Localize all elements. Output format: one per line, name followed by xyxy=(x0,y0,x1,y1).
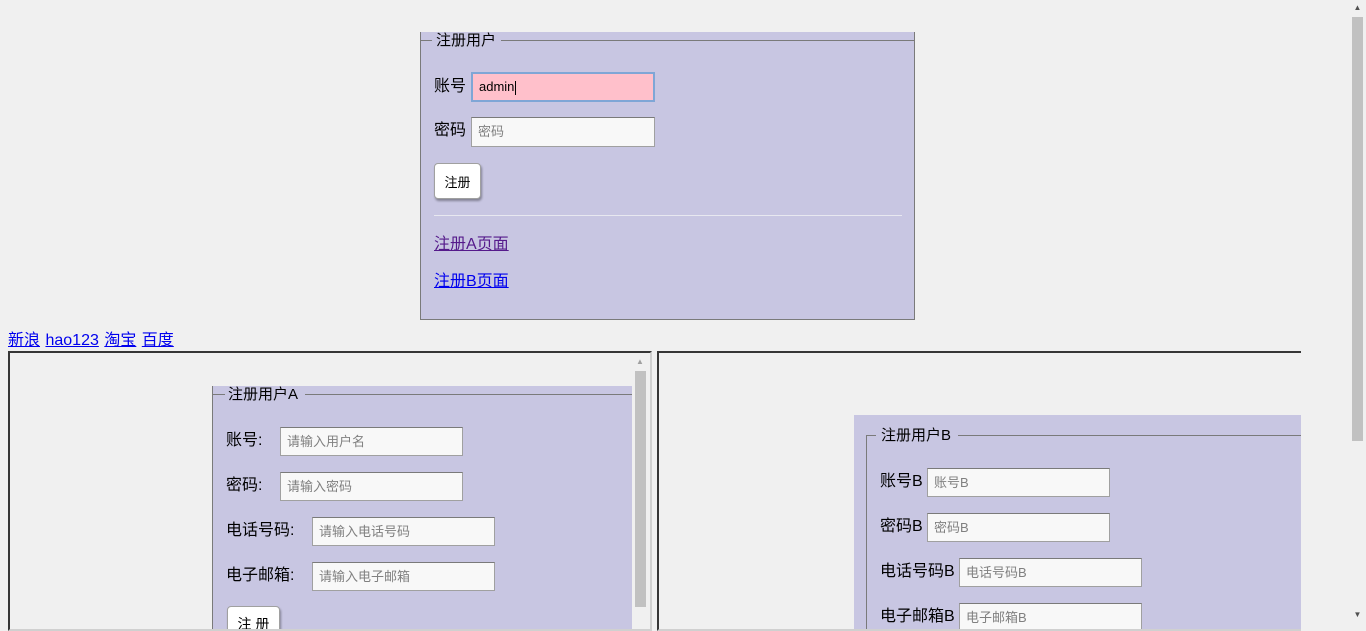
link-baidu[interactable]: 百度 xyxy=(142,332,174,349)
link-hao123[interactable]: hao123 xyxy=(45,332,98,349)
register-a-panel: 注册用户A 账号: 请输入用户名 密码: 请输入密码 电话号码: 请输入电话号码… xyxy=(212,386,633,629)
iframe-a-scrollbar[interactable]: ▲ xyxy=(632,353,648,629)
email-a-label: 电子邮箱: xyxy=(226,567,295,584)
scroll-down-arrow-icon[interactable]: ▼ xyxy=(1349,607,1366,623)
fieldset-border-left xyxy=(866,435,867,629)
fieldset-border-left-top xyxy=(866,435,876,436)
iframe-register-a[interactable]: 注册用户A 账号: 请输入用户名 密码: 请输入密码 电话号码: 请输入电话号码… xyxy=(8,351,652,631)
text-caret xyxy=(515,80,517,95)
scroll-up-arrow-icon[interactable]: ▲ xyxy=(1349,0,1366,16)
phone-a-label: 电话号码: xyxy=(226,522,295,539)
site-links: 新浪 hao123 淘宝 百度 xyxy=(8,331,175,351)
password-b-label: 密码B xyxy=(880,518,923,535)
register-b-link[interactable]: 注册B页面 xyxy=(434,272,509,292)
page-scrollbar-thumb[interactable] xyxy=(1352,17,1363,441)
register-b-panel: 注册用户B 账号B 账号B 密码B 密码B 电话号码B 电话号码B 电子邮箱B … xyxy=(854,415,1301,629)
account-b-input[interactable]: 账号B xyxy=(927,468,1110,497)
email-b-input[interactable]: 电子邮箱B xyxy=(959,603,1142,629)
password-a-input[interactable]: 请输入密码 xyxy=(280,472,463,501)
account-input[interactable]: admin xyxy=(471,72,655,102)
form-legend: 注册用户 xyxy=(436,32,497,49)
password-label: 密码 xyxy=(434,122,467,139)
email-a-input[interactable]: 请输入电子邮箱 xyxy=(312,562,495,591)
divider xyxy=(434,215,902,216)
phone-b-label: 电话号码B xyxy=(880,563,955,580)
form-b-legend: 注册用户B xyxy=(881,427,952,444)
register-a-link[interactable]: 注册A页面 xyxy=(434,235,509,255)
link-taobao[interactable]: 淘宝 xyxy=(104,332,136,349)
page-scrollbar[interactable]: ▲ ▼ xyxy=(1349,0,1366,624)
register-form: 注册用户 账号 admin 密码 密码 注册 注册A页面 注册B页面 xyxy=(420,32,915,320)
iframe-register-b[interactable]: 注册用户B 账号B 账号B 密码B 密码B 电话号码B 电话号码B 电子邮箱B … xyxy=(657,351,1301,631)
password-input[interactable]: 密码 xyxy=(471,117,655,147)
account-b-label: 账号B xyxy=(880,473,923,490)
register-a-button[interactable]: 注 册 xyxy=(227,606,280,629)
scroll-up-arrow-icon[interactable]: ▲ xyxy=(632,355,648,369)
phone-a-input[interactable]: 请输入电话号码 xyxy=(312,517,495,546)
form-a-legend: 注册用户A xyxy=(228,386,299,403)
fieldset-border-right xyxy=(501,40,915,41)
link-sina[interactable]: 新浪 xyxy=(8,332,40,349)
phone-b-input[interactable]: 电话号码B xyxy=(959,558,1142,587)
fieldset-border-left xyxy=(420,40,432,41)
password-a-label: 密码: xyxy=(226,477,263,494)
fieldset-border-left xyxy=(213,394,225,395)
account-label: 账号 xyxy=(434,78,467,95)
account-a-label: 账号: xyxy=(226,432,263,449)
fieldset-border-right xyxy=(958,435,1301,436)
password-b-input[interactable]: 密码B xyxy=(927,513,1110,542)
fieldset-border-right xyxy=(305,394,633,395)
email-b-label: 电子邮箱B xyxy=(880,608,955,625)
scrollbar-thumb[interactable] xyxy=(635,371,646,607)
register-button[interactable]: 注册 xyxy=(434,163,481,199)
account-a-input[interactable]: 请输入用户名 xyxy=(280,427,463,456)
